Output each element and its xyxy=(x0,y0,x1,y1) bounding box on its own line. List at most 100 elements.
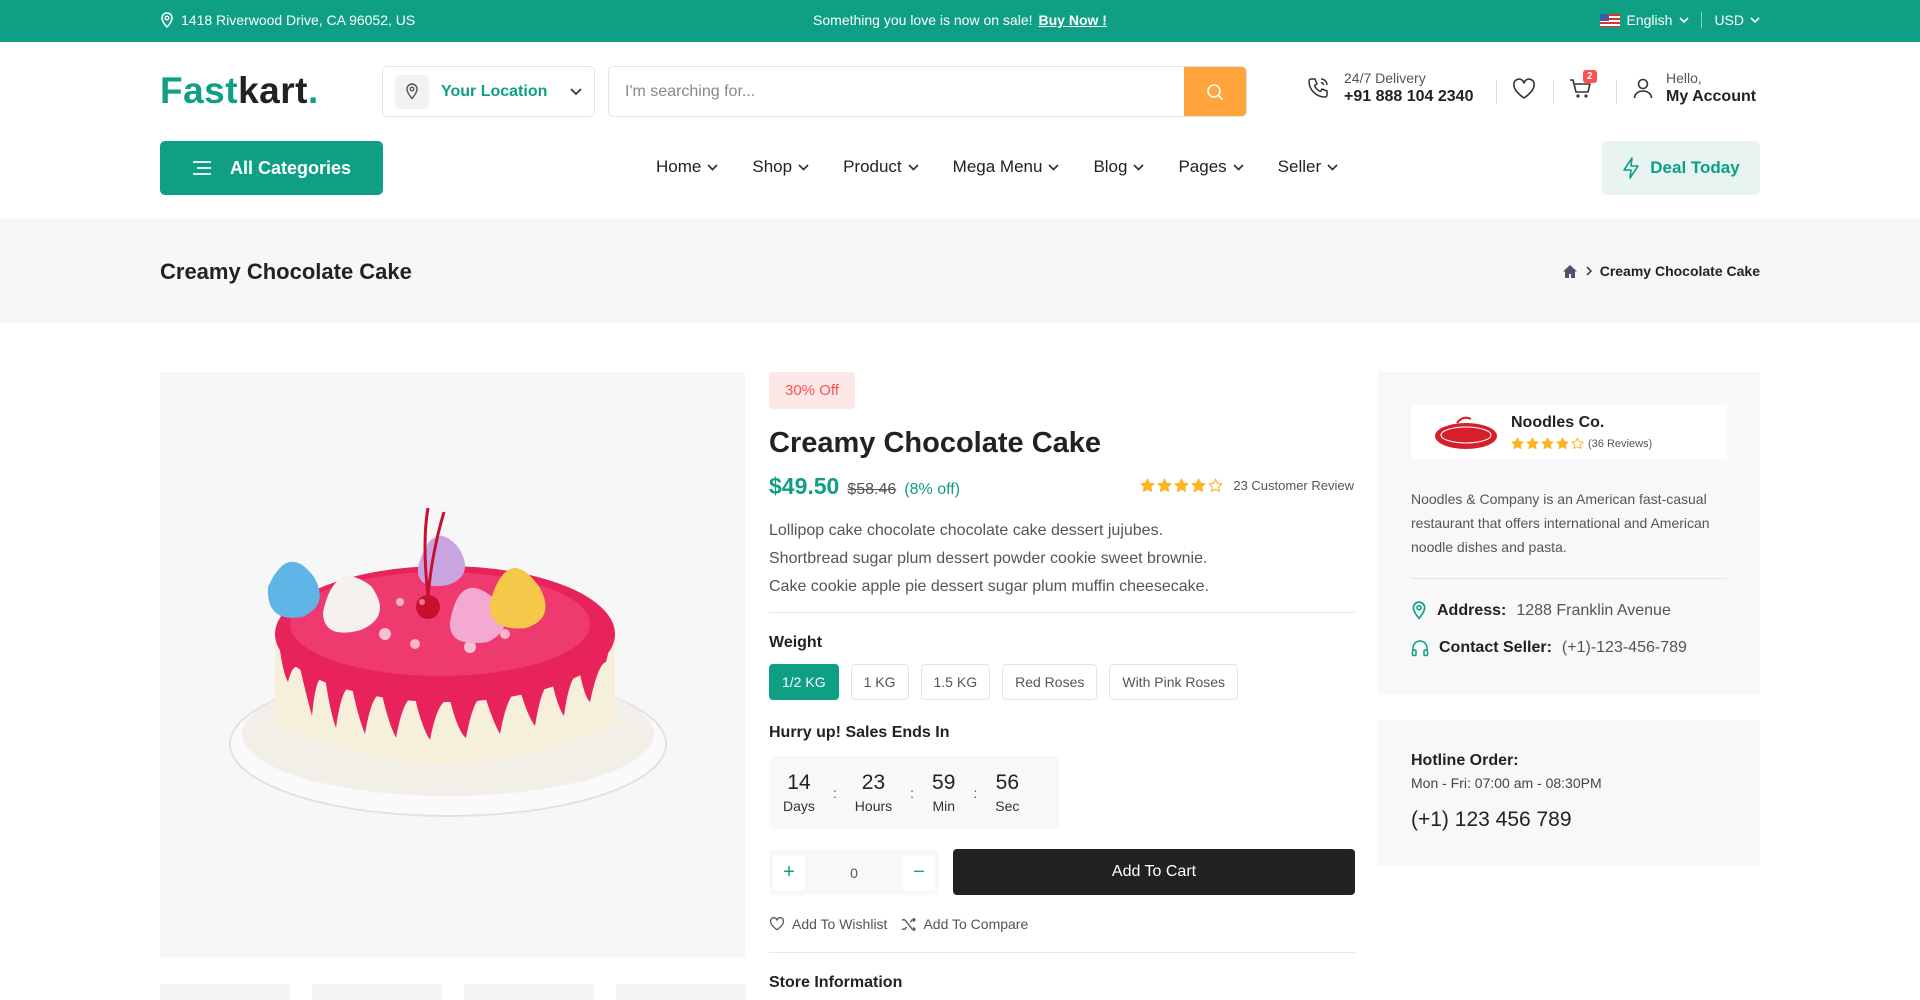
thumbnail[interactable] xyxy=(312,984,442,1000)
star-filled-icon xyxy=(1140,478,1155,493)
nav-item-blog[interactable]: Blog xyxy=(1093,157,1145,177)
chevron-down-icon xyxy=(908,163,919,171)
star-filled-icon xyxy=(1556,437,1569,450)
product-image[interactable] xyxy=(160,372,745,957)
product-description: Lollipop cake chocolate chocolate cake d… xyxy=(769,517,1329,601)
account-menu[interactable]: Hello, My Account xyxy=(1632,70,1756,106)
current-price: $49.50 xyxy=(769,473,840,499)
review-count[interactable]: 23 Customer Review xyxy=(1233,478,1354,493)
account-label: My Account xyxy=(1666,88,1757,105)
heart-icon xyxy=(769,917,785,931)
cake-illustration xyxy=(229,507,667,817)
divider xyxy=(1411,578,1727,579)
weight-option[interactable]: 1.5 KG xyxy=(920,664,991,700)
star-empty-icon xyxy=(1208,478,1223,493)
add-to-compare-button[interactable]: Add To Compare xyxy=(901,916,1028,932)
description-line: Shortbread sugar plum dessert powder coo… xyxy=(769,550,1208,567)
home-icon[interactable] xyxy=(1562,264,1578,279)
weight-options: 1/2 KG 1 KG 1.5 KG Red Roses With Pink Roses xyxy=(769,664,1239,700)
hotline-hours: Mon - Fri: 07:00 am - 08:30PM xyxy=(1411,775,1602,791)
nav-item-pages[interactable]: Pages xyxy=(1178,157,1244,177)
chevron-right-icon xyxy=(1586,266,1592,276)
timer-value: 56 xyxy=(995,771,1020,794)
user-icon xyxy=(1632,77,1654,99)
nav-item-product[interactable]: Product xyxy=(843,157,919,177)
star-filled-icon xyxy=(1157,478,1172,493)
chevron-down-icon xyxy=(798,163,809,171)
weight-option[interactable]: 1/2 KG xyxy=(769,664,839,700)
thumbnail[interactable] xyxy=(616,984,746,1000)
location-pin-icon xyxy=(1411,601,1427,620)
thumbnail[interactable] xyxy=(160,984,290,1000)
top-bar: 1418 Riverwood Drive, CA 96052, US Somet… xyxy=(0,0,1920,42)
all-categories-button[interactable]: All Categories xyxy=(160,141,383,195)
timer-sec: 56 Sec xyxy=(995,771,1019,814)
timer-unit: Min xyxy=(932,798,955,814)
divider xyxy=(1616,80,1617,104)
quantity-value[interactable]: 0 xyxy=(850,865,858,881)
add-to-cart-button[interactable]: Add To Cart xyxy=(953,849,1355,895)
weight-option[interactable]: With Pink Roses xyxy=(1109,664,1239,700)
timer-value: 23 xyxy=(861,771,886,794)
vendor-header[interactable]: Noodles Co. (36 Reviews) xyxy=(1411,405,1727,459)
breadcrumb-current: Creamy Chocolate Cake xyxy=(1599,263,1760,279)
weight-option[interactable]: 1 KG xyxy=(850,664,909,700)
vendor-contact: Contact Seller: (+1)-123-456-789 xyxy=(1411,639,1687,657)
main-nav: Home Shop Product Mega Menu Blog Pages Seller xyxy=(656,157,1372,177)
language-selector[interactable]: English xyxy=(1599,12,1703,28)
delivery-phone[interactable]: +91 888 104 2340 xyxy=(1344,88,1473,106)
divider xyxy=(769,612,1355,613)
star-filled-icon xyxy=(1541,437,1554,450)
price-block: $49.50 $58.46 (8% off) xyxy=(769,473,960,500)
discount-badge: 30% Off xyxy=(769,372,855,409)
chevron-down-icon xyxy=(1327,163,1338,171)
decrease-quantity-button[interactable]: − xyxy=(902,855,935,890)
timer-value: 59 xyxy=(932,771,956,794)
timer-days: 14 Days xyxy=(783,771,815,814)
chevron-down-icon xyxy=(1048,163,1060,171)
hotline-phone[interactable]: (+1) 123 456 789 xyxy=(1411,808,1572,832)
nav-item-label: Home xyxy=(656,157,702,176)
timer-unit: Days xyxy=(783,798,815,814)
star-rating xyxy=(1140,478,1223,493)
logo-dot: . xyxy=(307,70,319,111)
thumbnail[interactable] xyxy=(464,984,594,1000)
plus-icon: + xyxy=(783,861,795,883)
thumbnail-strip xyxy=(160,984,746,1000)
search-button[interactable] xyxy=(1184,67,1246,116)
wishlist-button[interactable] xyxy=(1512,78,1536,100)
weight-option[interactable]: Red Roses xyxy=(1002,664,1098,700)
search-input[interactable] xyxy=(609,67,1185,116)
deal-today-button[interactable]: Deal Today xyxy=(1602,141,1760,195)
discount-text: (8% off) xyxy=(904,481,961,498)
nav-item-label: Product xyxy=(843,157,902,176)
language-label: English xyxy=(1626,12,1673,28)
search-icon xyxy=(1206,83,1224,101)
product-rating: 23 Customer Review xyxy=(1140,478,1354,493)
location-selector[interactable]: Your Location xyxy=(382,66,595,117)
increase-quantity-button[interactable]: + xyxy=(773,855,805,890)
fastkart-logo[interactable]: Fastkart. xyxy=(160,70,319,112)
chevron-down-icon xyxy=(1233,163,1244,171)
nav-item-seller[interactable]: Seller xyxy=(1278,157,1338,177)
logo-part-1: Fast xyxy=(160,70,239,111)
contact-value[interactable]: (+1)-123-456-789 xyxy=(1562,639,1687,657)
phone-icon xyxy=(1306,76,1330,100)
vendor-review-count: (36 Reviews) xyxy=(1588,437,1653,450)
chevron-down-icon xyxy=(707,163,718,171)
location-label: Your Location xyxy=(441,82,548,100)
us-flag-icon xyxy=(1599,13,1620,27)
wishlist-label: Add To Wishlist xyxy=(792,916,888,932)
nav-item-mega-menu[interactable]: Mega Menu xyxy=(953,157,1060,177)
buy-now-link[interactable]: Buy Now ! xyxy=(1039,12,1107,28)
nav-item-shop[interactable]: Shop xyxy=(752,157,809,177)
currency-selector[interactable]: USD xyxy=(1702,12,1760,28)
vendor-logo xyxy=(1433,414,1499,450)
nav-item-home[interactable]: Home xyxy=(656,157,718,177)
add-to-wishlist-button[interactable]: Add To Wishlist xyxy=(769,916,887,932)
weight-label: Weight xyxy=(769,634,823,651)
description-line: Cake cookie apple pie dessert sugar plum… xyxy=(769,578,1209,595)
compare-label: Add To Compare xyxy=(923,916,1029,932)
nav-item-label: Seller xyxy=(1277,157,1322,176)
cart-button[interactable]: 2 xyxy=(1569,70,1597,100)
